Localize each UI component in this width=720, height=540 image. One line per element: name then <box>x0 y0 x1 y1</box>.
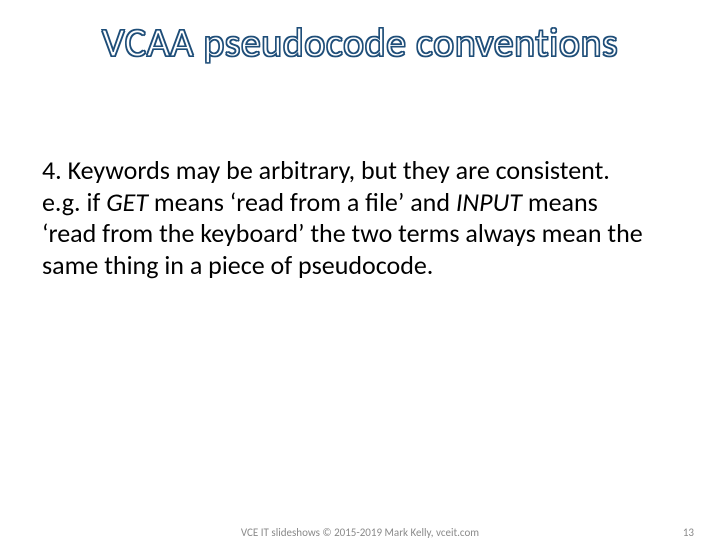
text-fragment: e.g. if <box>42 186 106 218</box>
slide-body: 4. Keywords may be arbitrary, but they a… <box>42 155 652 282</box>
keyword-get: GET <box>106 186 148 218</box>
footer-copyright: VCE IT slideshows © 2015-2019 Mark Kelly… <box>241 526 479 539</box>
body-paragraph-2: e.g. if GET means ‘read from a file’ and… <box>42 187 652 282</box>
text-fragment: means ‘read from a file’ and <box>148 186 456 218</box>
footer-page-number: 13 <box>683 526 694 539</box>
body-paragraph-1: 4. Keywords may be arbitrary, but they a… <box>42 155 652 187</box>
keyword-input: INPUT <box>456 186 522 218</box>
slide: VCAA pseudocode conventions 4. Keywords … <box>0 0 720 540</box>
slide-title: VCAA pseudocode conventions <box>0 18 720 67</box>
